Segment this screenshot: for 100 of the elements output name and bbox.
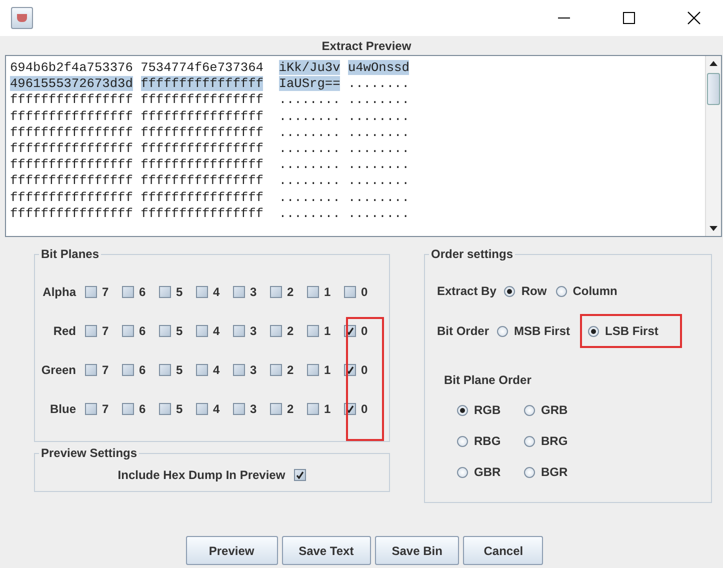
channel-label: Red (52, 324, 77, 338)
hex-dump-checkbox[interactable]: Include Hex Dump In Preview (35, 460, 389, 482)
preview-text: IaUSrg== (278, 76, 340, 92)
bit-checkbox[interactable]: 0 (344, 363, 381, 377)
preview-text: ffffffffffffffff (140, 108, 264, 124)
preview-text: ........ (348, 108, 410, 124)
bit-checkbox[interactable]: 1 (307, 285, 344, 299)
preview-text: ........ (348, 124, 410, 140)
preview-text: iKk/Ju3v (278, 60, 340, 75)
bit-plane-order-label: Bit Plane Order (443, 372, 532, 387)
preview-text: ........ (348, 76, 410, 92)
extract-by-label: Extract By (437, 284, 496, 298)
bit-checkbox[interactable]: 3 (233, 285, 270, 299)
radio-button[interactable]: RBG (457, 434, 522, 448)
bit-checkbox[interactable]: 7 (85, 363, 122, 377)
radio-button[interactable]: MSB First (497, 324, 570, 338)
preview-text: 694b6b2f4a753376 (10, 60, 133, 75)
bit-checkbox[interactable]: 4 (196, 324, 233, 338)
preview-text: ........ (278, 206, 340, 221)
preview-text: ........ (348, 190, 410, 205)
dialog-button[interactable]: Cancel (463, 536, 544, 565)
preview-text: ffffffffffffffff (140, 124, 264, 140)
bit-checkbox[interactable]: 1 (307, 363, 344, 377)
radio-button[interactable]: BGR (524, 465, 589, 479)
app-icon (11, 7, 33, 29)
group-title: Preview Settings (40, 446, 138, 460)
preview-text: ffffffffffffffff (140, 76, 264, 92)
radio-button[interactable]: GRB (524, 403, 589, 417)
preview-text: ........ (348, 173, 410, 188)
bit-checkbox[interactable]: 1 (307, 324, 344, 338)
preview-text: ffffffffffffffff (140, 173, 264, 188)
radio-button[interactable]: Column (556, 284, 618, 298)
bit-checkbox[interactable]: 3 (233, 363, 270, 377)
preview-text: ........ (278, 108, 340, 124)
bit-checkbox[interactable]: 6 (122, 285, 159, 299)
preview-text: 4961555372673d3d (10, 76, 133, 92)
bit-checkbox[interactable]: 3 (233, 324, 270, 338)
channel-label: Alpha (42, 285, 78, 299)
preview-text: u4wOnssd (348, 60, 410, 75)
radio-button[interactable]: RGB (457, 403, 522, 417)
checkmark-icon (346, 327, 354, 335)
bit-checkbox[interactable]: 6 (122, 363, 159, 377)
bit-checkbox[interactable]: 2 (270, 285, 307, 299)
preview-text: ffffffffffffffff (140, 141, 264, 156)
preview-text: ........ (278, 141, 340, 156)
preview-text: ffffffffffffffff (140, 190, 264, 205)
preview-text: ffffffffffffffff (10, 141, 133, 156)
checkmark-icon (296, 471, 304, 479)
dialog-button[interactable]: Preview (186, 536, 278, 565)
preview-text: ffffffffffffffff (140, 206, 264, 221)
preview-text-area[interactable] (5, 55, 722, 237)
bit-checkbox[interactable]: 2 (270, 324, 307, 338)
scrollbar-thumb[interactable] (707, 73, 720, 105)
window-title: Extract Preview (322, 38, 412, 52)
bit-checkbox[interactable]: 7 (85, 402, 122, 416)
preview-text: ffffffffffffffff (10, 108, 133, 124)
dialog-button[interactable]: Save Text (282, 536, 371, 565)
preview-text: ffffffffffffffff (140, 92, 264, 108)
bit-checkbox[interactable]: 7 (85, 324, 122, 338)
preview-text: ........ (278, 124, 340, 140)
radio-button[interactable]: Row (504, 284, 547, 298)
preview-text: ........ (348, 157, 410, 172)
scrollbar[interactable] (705, 56, 721, 236)
bit-checkbox[interactable]: 5 (159, 402, 196, 416)
preview-text: ffffffffffffffff (10, 206, 133, 221)
preview-text: ffffffffffffffff (10, 92, 133, 108)
preview-text: ........ (348, 206, 410, 221)
bit-checkbox[interactable]: 5 (159, 324, 196, 338)
preview-text: ........ (278, 173, 340, 188)
bit-checkbox[interactable]: 6 (122, 402, 159, 416)
preview-text: ........ (278, 157, 340, 172)
bit-checkbox[interactable]: 5 (159, 285, 196, 299)
radio-button[interactable]: LSB First (582, 316, 680, 346)
bit-checkbox[interactable]: 0 (344, 285, 381, 299)
preview-text: ........ (348, 92, 410, 108)
bit-checkbox[interactable]: 1 (307, 402, 344, 416)
group-title: Bit Planes (40, 247, 100, 261)
preview-text: ffffffffffffffff (10, 173, 133, 188)
bit-checkbox[interactable]: 0 (344, 324, 381, 338)
dialog-button[interactable]: Save Bin (374, 536, 460, 565)
bit-checkbox[interactable]: 2 (270, 402, 307, 416)
preview-text: ffffffffffffffff (10, 190, 133, 205)
radio-button[interactable]: BRG (524, 434, 589, 448)
channel-label: Green (40, 363, 77, 377)
preview-text: 7534774f6e737364 (140, 60, 264, 75)
bit-checkbox[interactable]: 2 (270, 363, 307, 377)
close-icon[interactable] (687, 11, 701, 25)
bit-checkbox[interactable]: 0 (344, 402, 381, 416)
bit-checkbox[interactable]: 4 (196, 402, 233, 416)
bit-checkbox[interactable]: 6 (122, 324, 159, 338)
preview-text: ffffffffffffffff (10, 124, 133, 140)
bit-checkbox[interactable]: 3 (233, 402, 270, 416)
preview-text: ........ (278, 190, 340, 205)
bit-checkbox[interactable]: 4 (196, 285, 233, 299)
bit-checkbox[interactable]: 4 (196, 363, 233, 377)
radio-button[interactable]: GBR (457, 465, 522, 479)
preview-text: ........ (348, 141, 410, 156)
bit-checkbox[interactable]: 5 (159, 363, 196, 377)
bit-checkbox[interactable]: 7 (85, 285, 122, 299)
maximize-icon[interactable] (623, 12, 635, 24)
